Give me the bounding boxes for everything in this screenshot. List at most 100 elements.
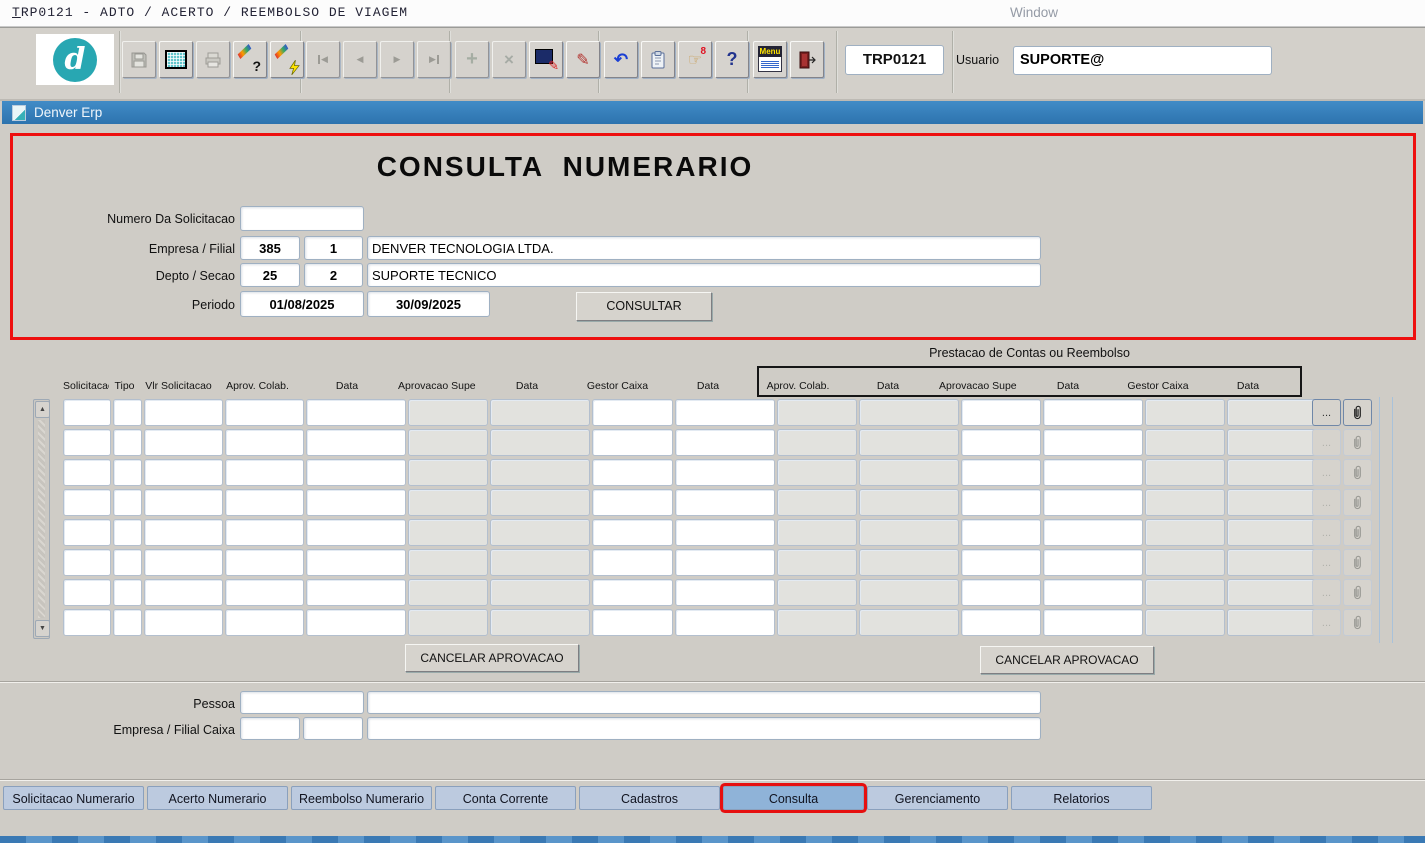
grid-cell-tipo[interactable] (113, 489, 142, 516)
grid-cell-gestor-caixa[interactable] (592, 459, 673, 486)
grid-cell-tipo[interactable] (113, 459, 142, 486)
tab-consulta[interactable]: Consulta (723, 786, 864, 810)
grid-cell-data[interactable] (1043, 519, 1143, 546)
tab-gerenciamento[interactable]: Gerenciamento (867, 786, 1008, 810)
grid-cell-data[interactable] (675, 609, 775, 636)
grid-cell-data[interactable] (306, 549, 406, 576)
grid-cell-gestor-caixa[interactable] (592, 429, 673, 456)
grid-cell-data[interactable] (675, 429, 775, 456)
clipboard-button[interactable] (641, 41, 675, 78)
grid-cell-vlr-solicitacao[interactable] (144, 459, 223, 486)
grid-cell-vlr-solicitacao[interactable] (144, 489, 223, 516)
grid-cell-aprov-colab[interactable] (225, 399, 304, 426)
grid-cell-data[interactable] (306, 519, 406, 546)
grid-cell-data[interactable] (306, 489, 406, 516)
grid-cell-tipo[interactable] (113, 429, 142, 456)
consultar-button[interactable]: CONSULTAR (576, 292, 712, 321)
grid-cell-aprov-colab[interactable] (225, 519, 304, 546)
grid-cell-data[interactable] (306, 609, 406, 636)
screen-button[interactable] (159, 41, 193, 78)
security-button[interactable]: ☞8 (678, 41, 712, 78)
grid-cell-data[interactable] (675, 579, 775, 606)
grid-cell-solicitacao[interactable] (63, 579, 111, 606)
grid-cell-aprovacao-superior[interactable] (961, 579, 1041, 606)
undo-button[interactable]: ↶ (604, 41, 638, 78)
grid-cell-data[interactable] (1043, 579, 1143, 606)
grid-cell-aprovacao-superior[interactable] (961, 549, 1041, 576)
tab-cadastros[interactable]: Cadastros (579, 786, 720, 810)
grid-cell-gestor-caixa[interactable] (592, 579, 673, 606)
grid-cell-data[interactable] (675, 549, 775, 576)
attachment-paperclip-button[interactable] (1343, 399, 1372, 426)
caixa-cod-input[interactable] (240, 717, 300, 740)
grid-cell-data[interactable] (1043, 609, 1143, 636)
grid-cell-aprovacao-superior[interactable] (961, 609, 1041, 636)
grid-cell-solicitacao[interactable] (63, 399, 111, 426)
enter-query-button[interactable]: ? (233, 41, 267, 78)
pessoa-cod-input[interactable] (240, 691, 364, 714)
caixa-nome-input[interactable] (367, 717, 1041, 740)
row-detail-button[interactable]: ... (1312, 399, 1341, 426)
grid-cell-aprov-colab[interactable] (225, 609, 304, 636)
grid-cell-tipo[interactable] (113, 609, 142, 636)
grid-cell-gestor-caixa[interactable] (592, 399, 673, 426)
scroll-up-icon[interactable]: ▲ (35, 401, 50, 418)
execute-query-button[interactable] (270, 41, 304, 78)
exit-button[interactable] (790, 41, 824, 78)
grid-cell-solicitacao[interactable] (63, 549, 111, 576)
grid-cell-gestor-caixa[interactable] (592, 489, 673, 516)
grid-cell-data[interactable] (675, 399, 775, 426)
grid-cell-gestor-caixa[interactable] (592, 549, 673, 576)
grid-cell-tipo[interactable] (113, 549, 142, 576)
grid-cell-data[interactable] (1043, 489, 1143, 516)
depto-nome-input[interactable] (367, 263, 1041, 287)
depto-secao-input[interactable] (304, 263, 363, 287)
grid-cell-aprovacao-superior[interactable] (961, 489, 1041, 516)
grid-cell-data[interactable] (675, 459, 775, 486)
grid-cell-data[interactable] (306, 429, 406, 456)
usuario-field[interactable]: SUPORTE@ (1013, 46, 1272, 75)
grid-cell-aprov-colab[interactable] (225, 489, 304, 516)
empresa-cod-input[interactable] (240, 236, 300, 260)
grid-cell-tipo[interactable] (113, 399, 142, 426)
tab-solicitacao-numerario[interactable]: Solicitacao Numerario (3, 786, 144, 810)
grid-cell-data[interactable] (675, 489, 775, 516)
tab-relatorios[interactable]: Relatorios (1011, 786, 1152, 810)
edit-item-button[interactable]: ✎ (566, 41, 600, 78)
grid-cell-aprov-colab[interactable] (225, 459, 304, 486)
grid-cell-tipo[interactable] (113, 579, 142, 606)
grid-cell-solicitacao[interactable] (63, 519, 111, 546)
scroll-down-icon[interactable]: ▼ (35, 620, 50, 637)
grid-cell-gestor-caixa[interactable] (592, 609, 673, 636)
grid-cell-vlr-solicitacao[interactable] (144, 399, 223, 426)
grid-cell-data[interactable] (1043, 549, 1143, 576)
grid-cell-solicitacao[interactable] (63, 489, 111, 516)
edit-window-button[interactable]: ✎ (529, 41, 563, 78)
grid-cell-data[interactable] (306, 459, 406, 486)
scrollbar-track[interactable] (38, 420, 45, 618)
tab-reembolso-numerario[interactable]: Reembolso Numerario (291, 786, 432, 810)
grid-cell-aprovacao-superior[interactable] (961, 399, 1041, 426)
caixa-filial-input[interactable] (303, 717, 363, 740)
grid-scrollbar[interactable]: ▲ ▼ (33, 399, 50, 639)
grid-cell-aprovacao-superior[interactable] (961, 459, 1041, 486)
depto-cod-input[interactable] (240, 263, 300, 287)
grid-cell-data[interactable] (306, 399, 406, 426)
grid-cell-aprov-colab[interactable] (225, 549, 304, 576)
grid-cell-tipo[interactable] (113, 519, 142, 546)
periodo-de-input[interactable] (240, 291, 364, 317)
grid-cell-vlr-solicitacao[interactable] (144, 549, 223, 576)
grid-cell-solicitacao[interactable] (63, 459, 111, 486)
cancelar-aprovacao-left-button[interactable]: CANCELAR APROVACAO (405, 644, 579, 672)
grid-cell-aprov-colab[interactable] (225, 579, 304, 606)
grid-cell-vlr-solicitacao[interactable] (144, 609, 223, 636)
grid-cell-vlr-solicitacao[interactable] (144, 519, 223, 546)
grid-cell-solicitacao[interactable] (63, 609, 111, 636)
grid-cell-data[interactable] (1043, 399, 1143, 426)
grid-cell-solicitacao[interactable] (63, 429, 111, 456)
grid-cell-vlr-solicitacao[interactable] (144, 429, 223, 456)
pessoa-nome-input[interactable] (367, 691, 1041, 714)
grid-cell-data[interactable] (1043, 429, 1143, 456)
menu-window[interactable]: Window (1010, 0, 1058, 26)
grid-cell-vlr-solicitacao[interactable] (144, 579, 223, 606)
